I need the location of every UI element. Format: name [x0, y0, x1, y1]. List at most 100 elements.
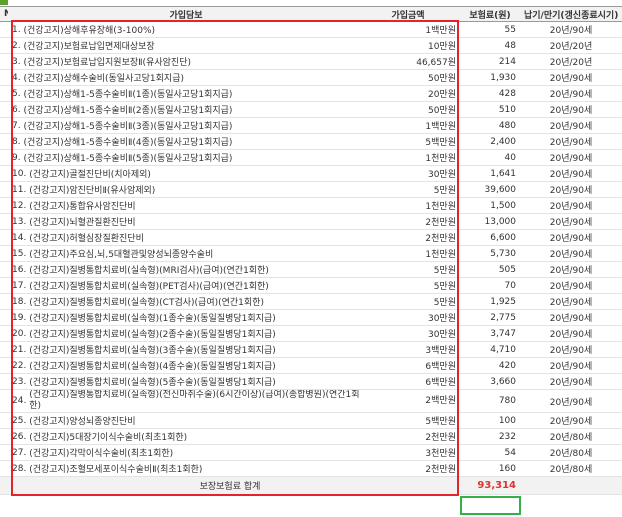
cell-spacer [0, 213, 8, 230]
cell-term: 20년/90세 [520, 341, 622, 358]
cell-premium: 232 [460, 428, 520, 445]
header-amount-label: 가입금액 [391, 10, 425, 21]
cell-premium: 1,930 [460, 69, 520, 86]
cell-row-number: 3. [12, 56, 21, 67]
cell-coverage: 7. (건강고지)상해1-5종수술비Ⅱ(3종)(동일사고당1회지급) 1백만원 [8, 117, 460, 134]
cell-spacer [0, 53, 8, 70]
cell-spacer [0, 229, 8, 246]
cell-row-number: 27. [12, 447, 27, 458]
cell-premium: 100 [460, 412, 520, 429]
cell-amount: 46,657원 [416, 58, 456, 68]
cell-amount: 50만원 [427, 106, 456, 116]
cell-spacer [0, 85, 8, 102]
cell-spacer [0, 181, 8, 198]
cell-row-number: 26. [12, 431, 27, 442]
cell-row-number: 16. [12, 264, 27, 275]
cell-term: 20년/90세 [520, 165, 622, 182]
cell-amount: 10만원 [427, 42, 456, 52]
cell-premium: 40 [460, 149, 520, 166]
cell-amount: 30만원 [427, 330, 456, 340]
total-label: 보장보험료 합계 [0, 476, 460, 495]
cell-row-number: 15. [12, 248, 27, 259]
cell-spacer [0, 101, 8, 118]
cell-spacer [0, 117, 8, 134]
cell-row-number: 7. [12, 120, 21, 131]
cell-amount: 20만원 [427, 90, 456, 100]
cell-spacer [0, 293, 8, 310]
cell-coverage-name: (건강고지)상해1-5종수술비Ⅱ(2종)(동일사고당1회지급) [23, 106, 233, 116]
highlight-box-total [460, 496, 521, 515]
cell-term: 20년/90세 [520, 149, 622, 166]
cell-premium: 214 [460, 53, 520, 70]
table-row: 16. (건강고지)질병통합치료비(실속형)(MRI검사)(급여)(연간1회한)… [0, 261, 622, 278]
cell-coverage: 16. (건강고지)질병통합치료비(실속형)(MRI검사)(급여)(연간1회한)… [8, 261, 460, 278]
cell-coverage-name: (건강고지)보험료납입면제대상보장 [23, 42, 155, 52]
table-row: 21. (건강고지)질병통합치료비(실속형)(3종수술)(동일질병당1회지급) 3… [0, 341, 622, 358]
cell-row-number: 25. [12, 415, 27, 426]
table-row: 28. (건강고지)조혈모세포이식수술비Ⅱ(최초1회한) 2천만원 160 20년/8… [0, 460, 622, 477]
cell-coverage: 28. (건강고지)조혈모세포이식수술비Ⅱ(최초1회한) 2천만원 [8, 460, 460, 477]
cell-coverage-name: (건강고지)상해1-5종수술비Ⅱ(1종)(동일사고당1회지급) [23, 90, 233, 100]
cell-amount: 2천만원 [425, 218, 456, 228]
section-marker-icon [0, 0, 8, 5]
cell-coverage-name: (건강고지)질병통합치료비(실속형)(4종수술)(동일질병당1회지급) [29, 362, 276, 372]
header-premium: 보험료(원) [460, 6, 520, 22]
table-row: 7. (건강고지)상해1-5종수술비Ⅱ(3종)(동일사고당1회지급) 1백만원 48… [0, 117, 622, 134]
cell-amount: 5백만원 [425, 138, 456, 148]
cell-term: 20년/90세 [520, 373, 622, 390]
cell-coverage: 25. (건강고지)양성뇌종양진단비 5백만원 [8, 412, 460, 429]
cell-premium: 70 [460, 277, 520, 294]
cell-amount: 1천만원 [425, 250, 456, 260]
cell-coverage: 17. (건강고지)질병통합치료비(실속형)(PET검사)(급여)(연간1회한)… [8, 277, 460, 294]
cell-spacer [0, 460, 8, 477]
cell-coverage-name: (건강고지)상해1-5종수술비Ⅱ(4종)(동일사고당1회지급) [23, 138, 233, 148]
cell-coverage-name: (건강고지)상해1-5종수술비Ⅱ(3종)(동일사고당1회지급) [23, 122, 233, 132]
cell-coverage: 14. (건강고지)허혈심장질환진단비 2천만원 [8, 229, 460, 246]
header-no: No. [0, 6, 8, 22]
cell-coverage-name: (건강고지)5대장기이식수술비(최초1회한) [29, 433, 188, 443]
table-row: 27. (건강고지)각막이식수술비(최초1회한) 3천만원 54 20년/80세 [0, 444, 622, 461]
table-row: 11. (건강고지)암진단비Ⅱ(유사암제외) 5만원 39,600 20년/90세 [0, 181, 622, 198]
cell-coverage: 11. (건강고지)암진단비Ⅱ(유사암제외) 5만원 [8, 181, 460, 198]
cell-row-number: 6. [12, 104, 21, 115]
cell-spacer [0, 37, 8, 54]
cell-row-number: 13. [12, 216, 27, 227]
cell-spacer [0, 412, 8, 429]
cell-premium: 13,000 [460, 213, 520, 230]
cell-amount: 2천만원 [425, 465, 456, 475]
cell-term: 20년/90세 [520, 325, 622, 342]
cell-row-number: 2. [12, 40, 21, 51]
cell-coverage: 13. (건강고지)뇌혈관질환진단비 2천만원 [8, 213, 460, 230]
cell-coverage-name: (건강고지)뇌혈관질환진단비 [29, 218, 136, 228]
cell-coverage-name: (건강고지)질병통합치료비(실속형)(MRI검사)(급여)(연간1회한) [29, 266, 269, 276]
cell-amount: 30만원 [427, 170, 456, 180]
cell-row-number: 21. [12, 344, 27, 355]
cell-coverage: 10. (건강고지)골절진단비(치아제외) 30만원 [8, 165, 460, 182]
cell-amount: 50만원 [427, 74, 456, 84]
cell-premium: 1,500 [460, 197, 520, 214]
coverage-table: No. 가입담보 가입금액 보험료(원) 납기/만기(갱신종료시기) 1. (건… [0, 6, 622, 495]
table-row: 22. (건강고지)질병통합치료비(실속형)(4종수술)(동일질병당1회지급) 6… [0, 357, 622, 374]
cell-amount: 5만원 [433, 266, 456, 276]
cell-row-number: 1. [12, 24, 21, 35]
table-row: 12. (건강고지)통합유사암진단비 1천만원 1,500 20년/90세 [0, 197, 622, 214]
cell-coverage-name: (건강고지)질병통합치료비(실속형)(1종수술)(동일질병당1회지급) [29, 314, 276, 324]
cell-spacer [0, 428, 8, 445]
cell-premium: 3,660 [460, 373, 520, 390]
cell-coverage-name: (건강고지)상해1-5종수술비Ⅱ(5종)(동일사고당1회지급) [23, 154, 233, 164]
cell-coverage-name: (건강고지)양성뇌종양진단비 [29, 417, 136, 427]
cell-spacer [0, 277, 8, 294]
cell-coverage-name: (건강고지)질병통합치료비(실속형)(5종수술)(동일질병당1회지급) [29, 378, 276, 388]
cell-amount: 5만원 [433, 282, 456, 292]
cell-spacer [0, 341, 8, 358]
cell-term: 20년/90세 [520, 277, 622, 294]
cell-row-number: 4. [12, 72, 21, 83]
cell-premium: 6,600 [460, 229, 520, 246]
table-row: 19. (건강고지)질병통합치료비(실속형)(1종수술)(동일질병당1회지급) 3… [0, 309, 622, 326]
cell-row-number: 11. [12, 184, 27, 195]
cell-term: 20년/90세 [520, 293, 622, 310]
table-row: 18. (건강고지)질병통합치료비(실속형)(CT검사)(급여)(연간1회한) 5… [0, 293, 622, 310]
cell-premium: 2,775 [460, 309, 520, 326]
cell-coverage-name: (건강고지)허혈심장질환진단비 [29, 234, 144, 244]
table-row: 15. (건강고지)주요심,뇌,5대혈관및양성뇌종양수술비 1천만원 5,730 20… [0, 245, 622, 262]
